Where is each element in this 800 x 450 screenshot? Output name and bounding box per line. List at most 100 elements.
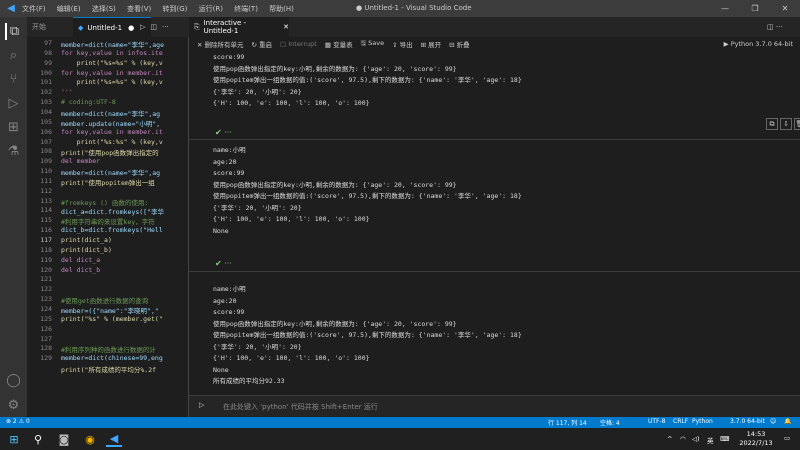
close-button[interactable]: ✕ xyxy=(770,0,800,17)
interactive-input-box[interactable]: ▷ 在此处键入 'python' 代码并按 Shift+Enter 运行 xyxy=(189,395,800,417)
goto-code-icon[interactable]: ⇩ xyxy=(780,118,792,130)
kernel-selector[interactable]: ▶ Python 3.7.0 64-bit xyxy=(724,40,793,48)
copy-cell-icon[interactable]: ⧉ xyxy=(766,118,778,130)
tab-bar: 开始 ◆ Untitled-1 ● ▷ ◫ ··· ⎘ Interactive … xyxy=(27,17,800,37)
restore-button[interactable]: ❐ xyxy=(740,0,770,17)
expand-button[interactable]: ⊞ 展开 xyxy=(421,39,442,49)
taskbar-search-icon[interactable]: ⚲ xyxy=(30,431,46,447)
delete-cell-icon[interactable]: 🗑 xyxy=(794,118,800,130)
source-control-icon[interactable]: ⑂ xyxy=(5,71,22,88)
tab-start[interactable]: 开始 xyxy=(27,17,72,37)
output-line: name:小明 xyxy=(213,146,246,154)
code-line: for key,value in member.it xyxy=(61,68,163,77)
cell-success-check-1[interactable]: ✔ ··· xyxy=(215,128,232,137)
volume-icon[interactable]: ◁) xyxy=(692,435,700,443)
menu-run[interactable]: 运行(R) xyxy=(199,5,223,13)
keyboard-icon[interactable]: ⌨ xyxy=(720,435,729,443)
menu-selection[interactable]: 选择(S) xyxy=(92,5,116,13)
tab-interactive-label: Interactive - Untitled-1 xyxy=(203,19,247,35)
line-number: 107 xyxy=(40,137,52,146)
search-icon[interactable]: ⌕ xyxy=(5,47,22,64)
menu-view[interactable]: 查看(V) xyxy=(127,5,151,13)
editor-actions: ▷ ◫ ··· xyxy=(135,17,195,37)
code-editor[interactable]: 97 member=dict(name="李华",age 98 for key,val… xyxy=(27,37,188,417)
run-input-icon[interactable]: ▷ xyxy=(199,401,204,409)
indentation[interactable]: 空格: 4 xyxy=(600,418,620,427)
cursor-position[interactable]: 行 117, 列 14 xyxy=(548,418,587,427)
clock-date[interactable]: 2022/7/13 xyxy=(736,439,776,447)
code-line: print("%s:%s" % (key,v xyxy=(61,137,163,146)
unsaved-dot-icon[interactable]: ● xyxy=(128,24,134,32)
language-mode[interactable]: Python xyxy=(692,418,713,425)
panel-actions[interactable]: ◫ ··· xyxy=(762,17,800,37)
tab-interactive[interactable]: ⎘ Interactive - Untitled-1 ✕ xyxy=(189,17,289,37)
save-button[interactable]: 🖫 Save xyxy=(361,39,385,50)
split-editor-icon[interactable]: ◫ xyxy=(150,23,157,31)
output-line: 使用pop函数弹出指定的key:小明,剩余的数据为: {'age': 20, '… xyxy=(213,180,457,189)
interactive-toolbar: ✕ 删除所有单元 ↻ 重启 □ Interrupt ▦ 变量表 🖫 Save ⇪… xyxy=(189,37,800,51)
line-number: 105 xyxy=(40,117,52,126)
output-line: {'H': 100, 'e': 100, 'l': 100, 'o': 100} xyxy=(213,99,370,107)
menu-edit[interactable]: 编辑(E) xyxy=(57,5,81,13)
input-placeholder[interactable]: 在此处键入 'python' 代码并按 Shift+Enter 运行 xyxy=(223,402,378,412)
code-line: member=dict(name="李华",ag xyxy=(61,169,161,178)
python-interpreter[interactable]: 3.7.0 64-bit xyxy=(730,418,765,425)
output-line: 使用popitem弹出一组数据的值:('score', 97.5),剩下的数据为… xyxy=(213,331,522,339)
line-number: 115 xyxy=(40,216,52,225)
windows-taskbar: ⊞ ⚲ ◙ ◉ ◀ ^ ◠ ◁) 英 ⌨ 14:53 2022/7/13 ▭ xyxy=(0,428,800,450)
variables-button[interactable]: ▦ 变量表 xyxy=(325,39,353,49)
more-actions-icon[interactable]: ··· xyxy=(162,23,169,31)
clock-time[interactable]: 14:53 xyxy=(736,430,776,438)
testing-icon[interactable]: ⚗ xyxy=(5,143,22,160)
feedback-icon[interactable]: ☺ xyxy=(770,418,776,425)
windows-start-icon[interactable]: ⊞ xyxy=(6,431,22,447)
account-icon[interactable]: ◯ xyxy=(5,372,22,389)
interrupt-button[interactable]: □ Interrupt xyxy=(280,40,317,48)
output-line: score:99 xyxy=(213,169,245,177)
code-line: dict_a=dict.fromkeys(["李华 xyxy=(61,208,165,217)
output-line: 使用pop函数弹出指定的key:小明,剩余的数据为: {'age': 20, '… xyxy=(213,319,457,328)
delete-all-cells-button[interactable]: ✕ 删除所有单元 xyxy=(197,39,244,49)
close-tab-icon[interactable]: ✕ xyxy=(283,23,289,31)
export-button[interactable]: ⇪ 导出 xyxy=(392,39,413,49)
explorer-icon[interactable]: ⧉ xyxy=(5,23,22,40)
menu-terminal[interactable]: 终端(T) xyxy=(234,5,258,13)
settings-gear-icon[interactable]: ⚙ xyxy=(5,397,22,414)
menu-file[interactable]: 文件(F) xyxy=(22,5,46,13)
output-line: name:小明 xyxy=(213,285,246,293)
run-debug-icon[interactable]: ▷ xyxy=(5,95,22,112)
run-file-icon[interactable]: ▷ xyxy=(140,23,145,31)
menu-go[interactable]: 转到(G) xyxy=(163,5,188,13)
line-number: 106 xyxy=(40,127,52,136)
line-number: 124 xyxy=(40,304,52,313)
line-number: 122 xyxy=(40,285,52,294)
output-line: {'H': 100, 'e': 100, 'l': 100, 'o': 100} xyxy=(213,354,370,362)
browser-icon[interactable]: ◉ xyxy=(82,431,98,447)
wifi-icon[interactable]: ◠ xyxy=(680,435,686,443)
problems-indicator[interactable]: ⊗ 2 ⚠ 0 xyxy=(6,418,30,425)
notification-center-icon[interactable]: ▭ xyxy=(784,434,790,442)
minimize-button[interactable]: — xyxy=(710,0,740,17)
code-line: for key,value in member.it xyxy=(61,127,163,136)
vscode-taskbar-icon[interactable]: ◀ xyxy=(106,431,122,447)
encoding[interactable]: UTF-8 xyxy=(648,418,666,425)
code-line: print("%s=%s" % (key,v xyxy=(61,78,163,87)
code-line: ''' xyxy=(61,88,73,97)
line-ending[interactable]: CRLF xyxy=(673,418,688,425)
line-number: 111 xyxy=(40,176,52,185)
code-line: del dict_a xyxy=(61,255,101,264)
ime-indicator[interactable]: 英 xyxy=(707,435,714,445)
restart-button[interactable]: ↻ 重启 xyxy=(252,39,273,49)
tray-overflow-icon[interactable]: ^ xyxy=(667,435,672,443)
cell-success-check-2[interactable]: ✔ ··· xyxy=(215,259,232,268)
extensions-icon[interactable]: ⊞ xyxy=(5,119,22,136)
line-number: 97 xyxy=(44,39,52,47)
camera-app-icon[interactable]: ◙ xyxy=(56,431,72,447)
notifications-bell-icon[interactable]: 🔔 xyxy=(784,418,791,425)
line-number: 121 xyxy=(40,275,52,284)
collapse-button[interactable]: ⊟ 折叠 xyxy=(449,39,470,49)
output-line: None xyxy=(213,365,229,374)
menu-bar: 文件(F) 编辑(E) 选择(S) 查看(V) 转到(G) 运行(R) 终端(T… xyxy=(22,4,303,14)
line-number: 113 xyxy=(40,196,52,205)
menu-help[interactable]: 帮助(H) xyxy=(269,5,294,13)
